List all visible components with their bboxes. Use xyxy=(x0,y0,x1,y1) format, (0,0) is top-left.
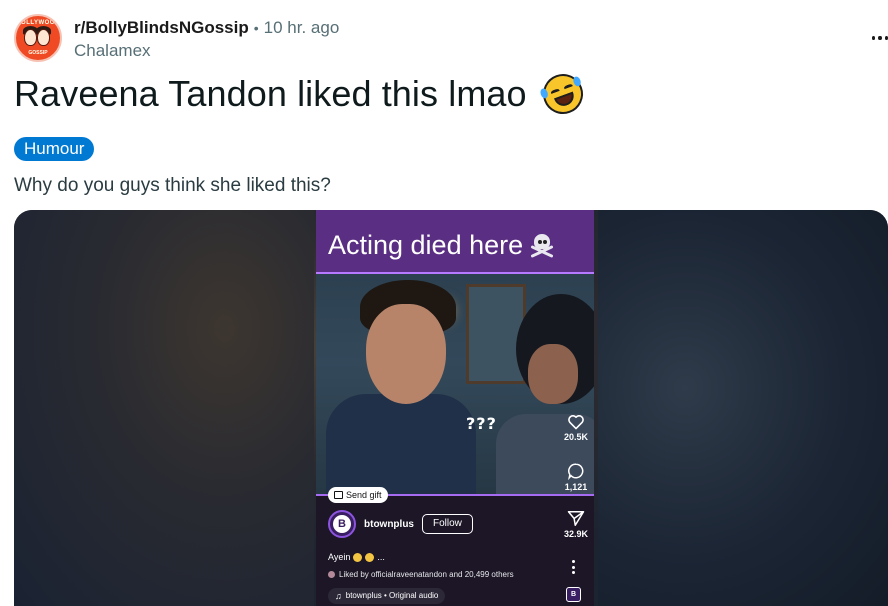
send-gift-label: Send gift xyxy=(346,490,382,500)
send-gift-button: Send gift xyxy=(328,487,388,503)
post-flair[interactable]: Humour xyxy=(14,137,95,161)
more-options-icon[interactable] xyxy=(872,30,888,46)
flushed-face-emoji-icon xyxy=(365,552,375,562)
rolling-on-the-floor-laughing-emoji-icon xyxy=(537,68,589,120)
reel-account-avatar: B xyxy=(328,510,356,538)
rolling-eyes-emoji-icon xyxy=(353,552,363,562)
reel-description-text: Ayein xyxy=(328,552,351,562)
reel-overlay-text: ??? xyxy=(466,414,497,433)
reel-comment: 1,121 xyxy=(558,462,594,492)
post-media[interactable]: Acting died here ??? 20.5K 1,121 32.9K S… xyxy=(14,210,888,606)
media-blur-right xyxy=(598,210,888,606)
reel-account-name: btownplus xyxy=(364,518,414,530)
music-note-icon: ♫ xyxy=(335,591,342,601)
reel-video-frame: ??? xyxy=(316,274,594,504)
post-header: BOLLYWOOD GOSSIP r/BollyBlindsNGossip • … xyxy=(14,14,339,62)
subreddit-avatar[interactable]: BOLLYWOOD GOSSIP xyxy=(14,14,62,62)
avatar-text-top: BOLLYWOOD xyxy=(16,20,60,26)
comment-count: 1,121 xyxy=(564,482,588,492)
reel-description-suffix: ... xyxy=(377,552,385,562)
liker-avatar xyxy=(328,571,335,578)
reel-liked-by-text: Liked by officialraveenatandon and 20,49… xyxy=(339,570,514,579)
reel-liked-by: Liked by officialraveenatandon and 20,49… xyxy=(328,570,514,579)
post-meta-row: r/BollyBlindsNGossip • 10 hr. ago xyxy=(74,17,339,39)
reel-share: 32.9K xyxy=(558,510,594,539)
reel-caption: Acting died here xyxy=(328,228,555,262)
reel-follow-button: Follow xyxy=(422,514,473,534)
reel-like: 20.5K xyxy=(558,414,594,442)
reel-account-initial: B xyxy=(333,515,351,533)
share-icon xyxy=(567,511,585,526)
avatar-text-bottom: GOSSIP xyxy=(28,50,48,56)
comment-icon xyxy=(568,463,584,480)
reel-audio: ♫ btownplus • Original audio xyxy=(328,588,446,604)
post-title: Raveena Tandon liked this lmao xyxy=(14,68,589,120)
post-timestamp[interactable]: 10 hr. ago xyxy=(264,17,340,39)
post-author[interactable]: Chalamex xyxy=(74,40,339,62)
reel-audio-thumbnail: B xyxy=(566,587,581,602)
like-count: 20.5K xyxy=(563,432,589,442)
skull-and-crossbones-icon xyxy=(529,232,555,258)
meta-separator: • xyxy=(253,20,259,36)
media-blur-left xyxy=(14,210,314,606)
scene-person-right-face xyxy=(528,344,578,404)
gift-icon xyxy=(334,491,343,499)
reel-account-row: B btownplus Follow xyxy=(328,510,473,538)
post-title-text: Raveena Tandon liked this lmao xyxy=(14,73,527,114)
share-count: 32.9K xyxy=(563,529,589,539)
post-body: Why do you guys think she liked this? xyxy=(14,175,331,196)
reel-more-icon xyxy=(572,560,576,574)
avatar-face-left xyxy=(24,29,37,46)
avatar-face-right xyxy=(37,29,50,46)
scene-person-left-face xyxy=(366,304,446,404)
reel-audio-text: btownplus • Original audio xyxy=(345,591,439,600)
reel-description: Ayein ... xyxy=(328,552,385,562)
heart-icon xyxy=(568,415,584,430)
post-meta: r/BollyBlindsNGossip • 10 hr. ago Chalam… xyxy=(74,17,339,62)
reel-screenshot: Acting died here ??? 20.5K 1,121 32.9K S… xyxy=(316,210,594,606)
reel-caption-text: Acting died here xyxy=(328,230,524,260)
subreddit-link[interactable]: r/BollyBlindsNGossip xyxy=(74,17,249,39)
